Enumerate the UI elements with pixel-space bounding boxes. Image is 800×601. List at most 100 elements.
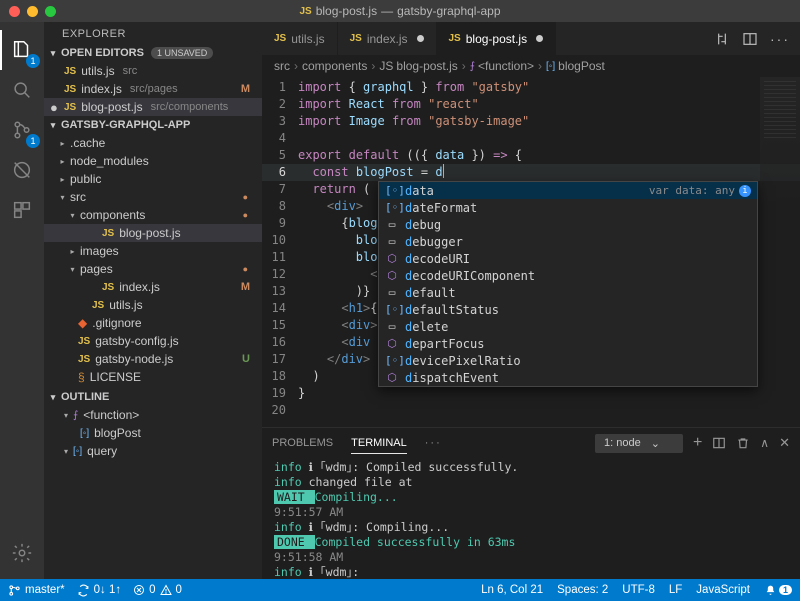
file-row[interactable]: JSgatsby-node.jsU [44, 350, 262, 368]
code-line[interactable]: import { graphql } from "gatsby" [298, 79, 800, 96]
indentation-status[interactable]: Spaces: 2 [557, 584, 608, 597]
dirty-indicator-icon [417, 35, 424, 42]
editor-tab[interactable]: JSblog-post.js [437, 22, 557, 55]
split-terminal-icon[interactable] [712, 436, 726, 450]
activity-scm[interactable]: 1 [0, 110, 44, 150]
close-panel-icon[interactable]: ✕ [779, 435, 790, 451]
activity-explorer[interactable]: 1 [0, 30, 44, 70]
folder-row[interactable]: ▸public [44, 170, 262, 188]
suggest-item[interactable]: [◦]devicePixelRatio [379, 352, 757, 369]
kill-terminal-icon[interactable] [736, 436, 750, 450]
eol-status[interactable]: LF [669, 584, 682, 597]
suggest-item[interactable]: [◦]dateFormat [379, 199, 757, 216]
activity-settings[interactable] [0, 533, 44, 573]
sync-status[interactable]: 0↓ 1↑ [77, 584, 122, 597]
suggest-item[interactable]: ⬡decodeURIComponent [379, 267, 757, 284]
encoding-status[interactable]: UTF-8 [622, 584, 655, 597]
file-row[interactable]: JSindex.jsM [44, 278, 262, 296]
file-row[interactable]: JSblog-post.js [44, 224, 262, 242]
new-terminal-icon[interactable]: + [693, 434, 702, 452]
file-name: index.js [81, 82, 122, 96]
folder-row[interactable]: ▸node_modules [44, 152, 262, 170]
outline-item[interactable]: [◦]blogPost [44, 424, 262, 442]
javascript-file-icon: JS [102, 228, 114, 239]
open-editor-item[interactable]: JSindex.jssrc/pagesM [44, 80, 262, 98]
code-line[interactable] [298, 130, 800, 147]
info-icon[interactable]: i [739, 185, 751, 197]
folder-row[interactable]: ▾src● [44, 188, 262, 206]
activity-debug[interactable] [0, 150, 44, 190]
file-row[interactable]: JSutils.js [44, 296, 262, 314]
statusbar: master* 0↓ 1↑ 0 0 Ln 6, Col 21 Spaces: 2… [0, 579, 800, 601]
more-actions-icon[interactable]: ··· [770, 31, 790, 47]
notifications-status[interactable]: 1 [764, 584, 792, 597]
editor-tab[interactable]: JS index.js [338, 22, 437, 55]
suggest-item[interactable]: ▭debugger [379, 233, 757, 250]
minimap[interactable] [760, 77, 800, 427]
activity-search[interactable] [0, 70, 44, 110]
panel-tab-terminal[interactable]: TERMINAL [351, 433, 407, 454]
symbol-name: query [87, 444, 117, 458]
code-line[interactable] [298, 402, 800, 419]
suggest-item[interactable]: ⬡decodeURI [379, 250, 757, 267]
breadcrumb-segment[interactable]: src [274, 59, 290, 73]
suggest-item[interactable]: ⬡dispatchEvent [379, 369, 757, 386]
outline-header[interactable]: ▾ OUTLINE [44, 388, 262, 406]
open-editor-item[interactable]: JSutils.jssrc [44, 62, 262, 80]
terminal-output[interactable]: info ℹ ｢wdm｣: Compiled successfully.info… [262, 458, 800, 579]
suggest-item[interactable]: ▭debug [379, 216, 757, 233]
close-window-button[interactable] [9, 6, 20, 17]
code-line[interactable]: const blogPost = d [298, 164, 800, 181]
zoom-window-button[interactable] [45, 6, 56, 17]
activity-extensions[interactable] [0, 190, 44, 230]
file-row[interactable]: ◆.gitignore [44, 314, 262, 332]
breadcrumb-segment[interactable]: JSblog-post.js [379, 59, 457, 73]
code-line[interactable]: import Image from "gatsby-image" [298, 113, 800, 130]
folder-row[interactable]: ▾pages● [44, 260, 262, 278]
code-line[interactable]: export default (({ data }) => { [298, 147, 800, 164]
folder-row[interactable]: ▾components● [44, 206, 262, 224]
folder-row[interactable]: ▸images [44, 242, 262, 260]
file-row[interactable]: JSgatsby-config.js [44, 332, 262, 350]
suggest-item[interactable]: ▭default [379, 284, 757, 301]
line-number: 7 [262, 181, 298, 198]
branch-status[interactable]: master* [8, 584, 65, 597]
suggest-item[interactable]: [◦]defaultStatus [379, 301, 757, 318]
terminal-line: info ℹ ｢wdm｣: Compiled successfully. [274, 460, 788, 475]
folder-name: node_modules [70, 154, 149, 168]
cursor-position[interactable]: Ln 6, Col 21 [481, 584, 543, 597]
tab-label: index.js [367, 32, 408, 46]
maximize-panel-icon[interactable]: ∧ [760, 436, 769, 450]
outline-item[interactable]: ▾⨍<function> [44, 406, 262, 424]
javascript-file-icon: JS [449, 33, 461, 44]
panel-tab-problems[interactable]: PROBLEMS [272, 433, 333, 453]
editor-tab[interactable]: JSutils.js [262, 22, 338, 55]
problems-status[interactable]: 0 0 [133, 584, 182, 596]
terminal-select[interactable]: 1: node ⌄ [595, 434, 683, 453]
file-row[interactable]: §LICENSE [44, 368, 262, 386]
line-number: 13 [262, 283, 298, 300]
breadcrumbs[interactable]: src›components›JSblog-post.js›⨍<function… [262, 55, 800, 77]
open-editors-header[interactable]: ▾ OPEN EDITORS 1 UNSAVED [44, 44, 262, 62]
outline-item[interactable]: ▾[◦]query [44, 442, 262, 460]
code-editor[interactable]: 1234567891011121314151617181920 import {… [262, 77, 800, 427]
suggest-item[interactable]: ⬡departFocus [379, 335, 757, 352]
language-status[interactable]: JavaScript [696, 584, 750, 597]
code-line[interactable]: import React from "react" [298, 96, 800, 113]
suggest-item[interactable]: ▭delete [379, 318, 757, 335]
breadcrumb-segment[interactable]: components [302, 59, 367, 73]
folder-row[interactable]: ▸.cache [44, 134, 262, 152]
code-line[interactable]: } [298, 385, 800, 402]
split-editor-icon[interactable] [742, 31, 758, 47]
breadcrumb-segment[interactable]: ⨍<function> [470, 59, 534, 73]
breadcrumb-segment[interactable]: [◦]blogPost [546, 59, 605, 73]
panel-more-icon[interactable]: ··· [425, 437, 442, 449]
minimize-window-button[interactable] [27, 6, 38, 17]
suggest-item[interactable]: [◦]datavar data: any i [379, 182, 757, 199]
project-header[interactable]: ▾ GATSBY-GRAPHQL-APP [44, 116, 262, 134]
chevron-down-icon: ▾ [48, 392, 58, 403]
javascript-file-icon: JS [350, 33, 362, 44]
compare-changes-icon[interactable] [714, 31, 730, 47]
intellisense-popup[interactable]: [◦]datavar data: any i[◦]dateFormat▭debu… [378, 181, 758, 387]
open-editor-item[interactable]: ●JSblog-post.jssrc/components [44, 98, 262, 116]
